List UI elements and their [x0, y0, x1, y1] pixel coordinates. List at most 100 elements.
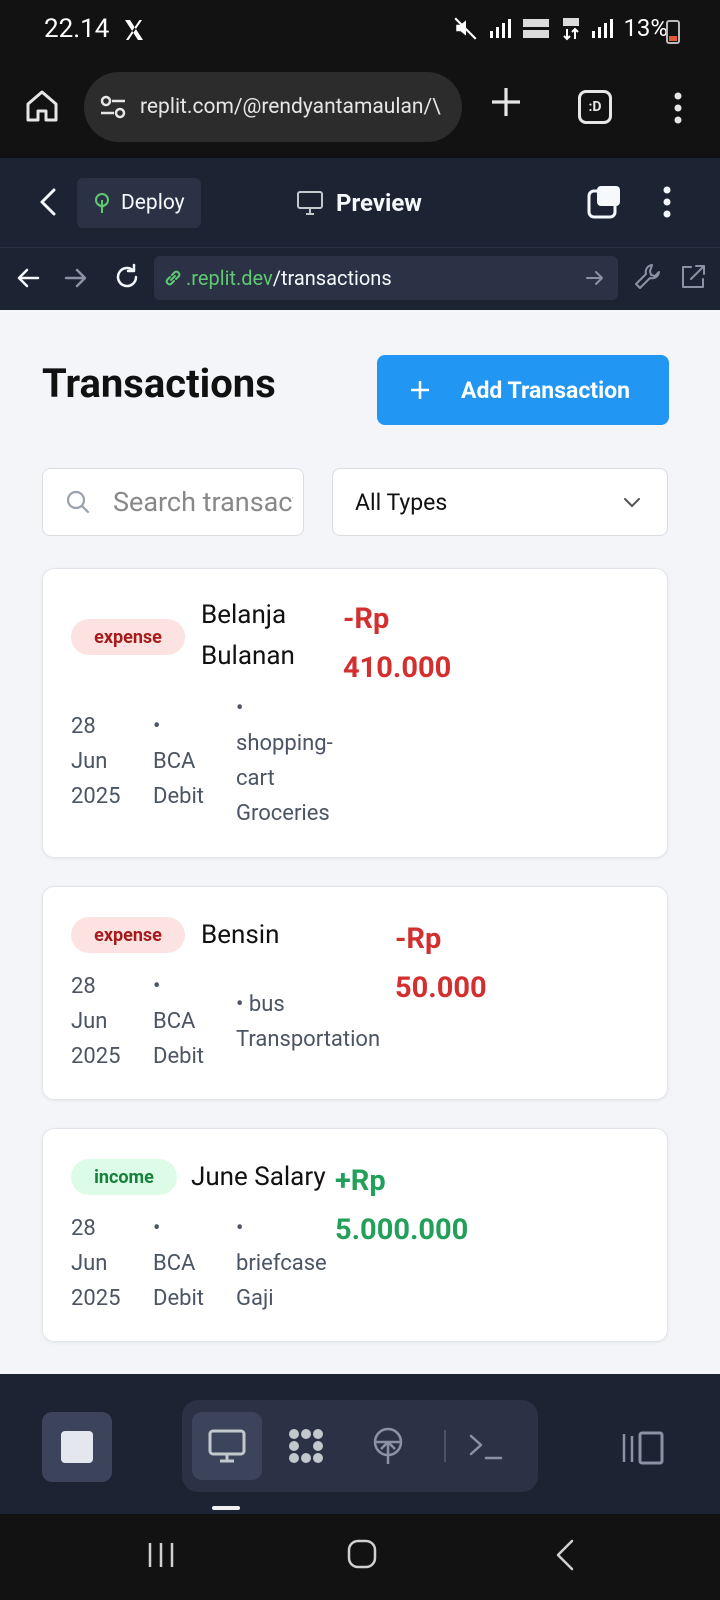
phone-screen: 22.14 13% replit.com/@rendyantamaulan/\ … — [0, 0, 720, 1600]
transaction-card[interactable]: income June Salary +Rp 5.000.000 28 Jun … — [42, 1128, 668, 1342]
transaction-card[interactable]: expense Bensin -Rp 50.000 28 Jun 2025 • … — [42, 886, 668, 1100]
deploy-button[interactable]: Deploy — [77, 178, 201, 228]
battery-percent: 13% — [623, 14, 668, 42]
deployments-icon[interactable] — [368, 1426, 408, 1466]
transaction-name: Belanja Bulanan — [201, 595, 295, 677]
agent-icon[interactable] — [286, 1426, 326, 1466]
category-icon-line: • bus — [236, 992, 285, 1017]
back-icon[interactable] — [34, 186, 64, 218]
deploy-label: Deploy — [121, 191, 185, 215]
pane-switch-icon[interactable] — [586, 184, 622, 220]
transaction-name: Bensin — [201, 920, 280, 950]
transaction-name: June Salary — [191, 1162, 326, 1192]
separator-dot: • — [153, 714, 161, 739]
active-indicator — [212, 1506, 240, 1510]
amount-currency: -Rp — [343, 602, 390, 636]
type-badge: expense — [71, 619, 185, 655]
system-nav-bar — [0, 1514, 720, 1600]
date-day: 28 — [71, 974, 96, 999]
nav-back-icon[interactable] — [552, 1538, 578, 1572]
account-line: BCA — [153, 1251, 196, 1276]
account-line: BCA — [153, 1009, 196, 1034]
transaction-category: • bus Transportation — [236, 987, 380, 1057]
amount-currency: +Rp — [335, 1164, 386, 1198]
browser-toolbar: replit.com/@rendyantamaulan/\ :D — [0, 62, 720, 156]
site-settings-icon[interactable] — [98, 92, 128, 122]
account-line: BCA — [153, 749, 196, 774]
signal-icon — [490, 19, 512, 38]
arrow-left-icon[interactable] — [14, 264, 42, 292]
date-month: Jun — [71, 749, 108, 774]
search-icon — [66, 490, 90, 514]
shell-icon[interactable] — [466, 1426, 506, 1466]
go-arrow-icon[interactable] — [584, 267, 606, 289]
new-tab-icon[interactable] — [488, 84, 524, 120]
date-month: Jun — [71, 1251, 108, 1276]
date-month: Jun — [71, 1009, 108, 1034]
category-name: Transportation — [236, 1027, 381, 1052]
separator-dot: • — [236, 1216, 244, 1241]
url-bar[interactable]: replit.com/@rendyantamaulan/\ — [84, 72, 462, 142]
transaction-name-line: Bulanan — [201, 641, 295, 671]
preview-label: Preview — [336, 189, 422, 217]
home-icon[interactable] — [22, 86, 62, 126]
deploy-icon — [95, 193, 109, 213]
search-box[interactable] — [42, 468, 304, 536]
category-name: Gaji — [236, 1286, 274, 1311]
account-line: Debit — [153, 784, 205, 809]
battery-icon — [666, 20, 680, 44]
url-path: /transactions — [272, 266, 392, 290]
transaction-card[interactable]: expense Belanja Bulanan -Rp 410.000 28 J… — [42, 568, 668, 858]
account-line: Debit — [153, 1286, 205, 1311]
transaction-amount: +Rp 5.000.000 — [335, 1157, 468, 1255]
date-day: 28 — [71, 1216, 96, 1241]
category-icon-name: cart — [236, 766, 275, 791]
transaction-amount: -Rp 410.000 — [343, 595, 451, 693]
monitor-icon — [297, 191, 323, 215]
reload-icon[interactable] — [112, 262, 142, 292]
tool-switcher — [182, 1400, 538, 1492]
replit-bottom-toolbar — [0, 1374, 720, 1514]
x-app-icon — [125, 20, 143, 40]
search-input[interactable] — [113, 486, 293, 518]
amount-currency: -Rp — [395, 922, 442, 956]
type-filter-value: All Types — [355, 488, 448, 516]
webview-address-bar: .replit.dev/transactions — [0, 248, 720, 310]
stop-button[interactable] — [42, 1412, 112, 1482]
wrench-icon[interactable] — [632, 262, 662, 292]
arrow-right-icon[interactable] — [62, 264, 90, 292]
type-filter-select[interactable]: All Types — [332, 468, 668, 536]
transaction-amount: -Rp 50.000 — [395, 915, 487, 1013]
4g-data-icon — [563, 18, 580, 41]
separator-dot: • — [153, 974, 161, 999]
home-button-icon[interactable] — [346, 1538, 378, 1570]
date-day: 28 — [71, 714, 96, 739]
amount-value: 410.000 — [343, 651, 452, 685]
webview-url-field[interactable]: .replit.dev/transactions — [154, 256, 618, 300]
transaction-date: 28 Jun 2025 — [71, 969, 120, 1074]
date-year: 2025 — [71, 1044, 121, 1069]
link-icon — [165, 270, 181, 286]
signal-icon-2 — [592, 19, 614, 38]
replit-menu-icon[interactable] — [656, 184, 678, 220]
category-icon-name: bus — [248, 992, 285, 1017]
open-external-icon[interactable] — [678, 262, 708, 292]
preview-monitor-icon[interactable] — [207, 1426, 247, 1466]
recent-apps-icon[interactable] — [146, 1540, 176, 1570]
transaction-account: • BCA Debit — [153, 709, 204, 814]
transaction-name-line: Belanja — [201, 600, 287, 630]
separator-dot: • — [153, 1216, 161, 1241]
type-badge: income — [71, 1159, 177, 1195]
add-transaction-button[interactable]: Add Transaction — [377, 355, 669, 425]
panels-icon[interactable] — [622, 1430, 666, 1466]
volte-icon — [523, 19, 550, 38]
browser-menu-icon[interactable] — [666, 90, 690, 126]
transaction-category: • briefcase Gaji — [236, 1211, 327, 1316]
url-domain: .replit.dev — [186, 266, 273, 290]
amount-value: 5.000.000 — [335, 1213, 469, 1247]
category-icon-name: shopping- — [236, 731, 333, 756]
preview-tab[interactable]: Preview — [296, 180, 422, 226]
transaction-date: 28 Jun 2025 — [71, 1211, 120, 1316]
tab-switcher-button[interactable]: :D — [578, 90, 612, 124]
transactions-page: Transactions Add Transaction All Types e… — [0, 310, 720, 1374]
